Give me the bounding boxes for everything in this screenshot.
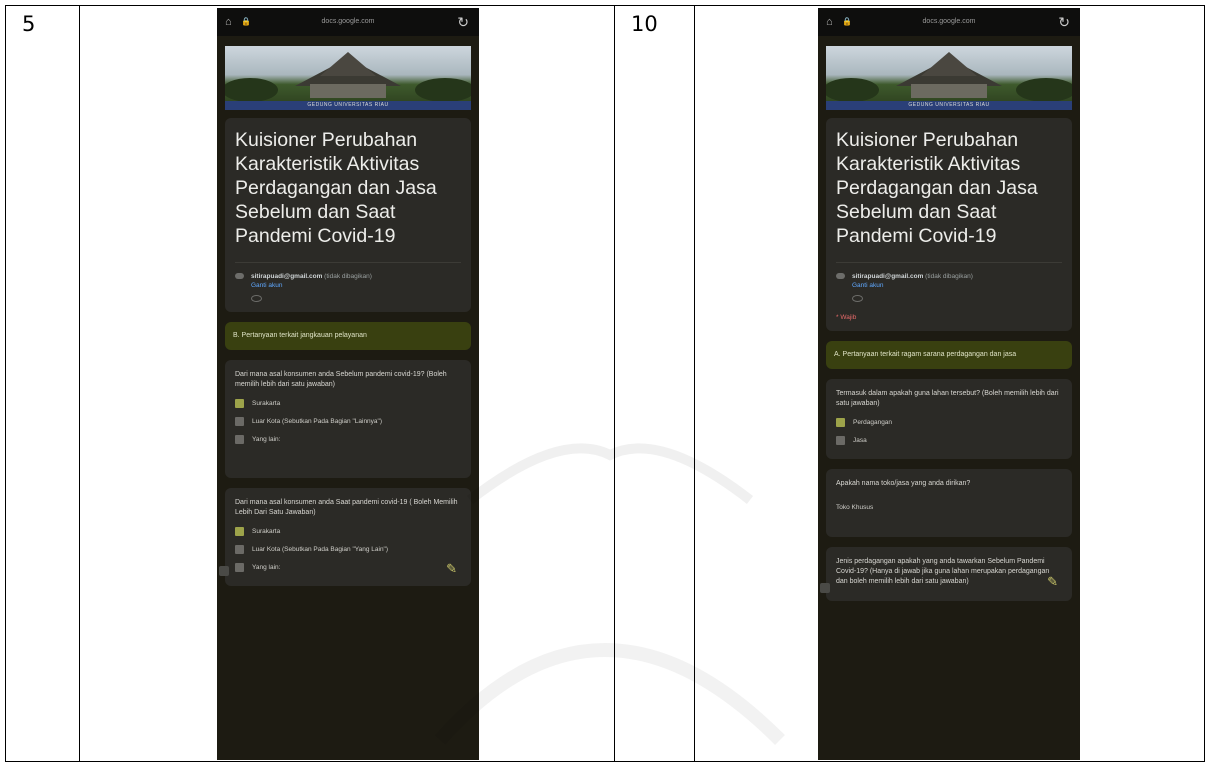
checkbox-icon[interactable] (235, 563, 244, 572)
checkbox-icon[interactable] (235, 399, 244, 408)
visibility-icon (251, 295, 262, 302)
phone-screenshot: ⌂ 🔒 docs.google.com ↻ GEDUNG UNIVERSITAS… (217, 8, 479, 760)
header-banner-image: GEDUNG UNIVERSITAS RIAU (826, 46, 1072, 110)
edit-pencil-icon[interactable]: ✎ (1047, 575, 1058, 588)
row-number: 10 (631, 12, 658, 36)
checkbox-option[interactable]: Yang lain: (235, 435, 461, 444)
option-label: Surakarta (252, 528, 281, 535)
url-text[interactable]: docs.google.com (818, 18, 1080, 25)
question-text: Termasuk dalam apakah guna lahan tersebu… (836, 390, 1059, 407)
account-info: sitirapuadi@gmail.com (tidak dibagikan) … (235, 262, 461, 302)
checkbox-option[interactable]: Perdagangan (836, 418, 1062, 427)
form-header-card: Kuisioner Perubahan Karakteristik Aktivi… (826, 118, 1072, 331)
account-suffix: (tidak dibagikan) (324, 273, 372, 280)
row-number-cell: 10 (614, 5, 695, 762)
option-label: Luar Kota (Sebutkan Pada Bagian "Yang La… (252, 546, 389, 553)
banner-caption: GEDUNG UNIVERSITAS RIAU (826, 101, 1072, 110)
checkbox-option[interactable]: Surakarta (235, 399, 461, 408)
cloud-icon (836, 273, 845, 279)
option-label: Perdagangan (853, 419, 893, 426)
checkbox-option[interactable]: Luar Kota (Sebutkan Pada Bagian "Lainnya… (235, 417, 461, 426)
required-note: * Wajib (836, 314, 857, 321)
reload-icon[interactable]: ↻ (1058, 14, 1070, 31)
question-text: Dari mana asal konsumen anda Sebelum pan… (235, 371, 447, 388)
form-title: Kuisioner Perubahan Karakteristik Aktivi… (836, 129, 1038, 247)
checkbox-icon[interactable] (235, 527, 244, 536)
question-card: Apakah nama toko/jasa yang anda dirikan?… (826, 469, 1072, 537)
question-text: Jenis perdagangan apakah yang anda tawar… (836, 558, 1050, 585)
url-text[interactable]: docs.google.com (217, 18, 479, 25)
option-label: Surakarta (252, 400, 281, 407)
screenshot-cell: ⌂ 🔒 docs.google.com ↻ GEDUNG UNIVERSITAS… (694, 5, 1205, 762)
edit-pencil-icon[interactable]: ✎ (446, 562, 457, 575)
checkbox-option[interactable]: Jasa (836, 436, 1062, 445)
section-header: A. Pertanyaan terkait ragam sarana perda… (826, 341, 1072, 369)
checkbox-option[interactable]: Luar Kota (Sebutkan Pada Bagian "Yang La… (235, 545, 461, 554)
reload-icon[interactable]: ↻ (457, 14, 469, 31)
row-number-cell: 5 (5, 5, 80, 762)
screenshot-cell: ⌂ 🔒 docs.google.com ↻ GEDUNG UNIVERSITAS… (79, 5, 615, 762)
header-banner-image: GEDUNG UNIVERSITAS RIAU (225, 46, 471, 110)
checkbox-option[interactable]: Yang lain: (235, 563, 461, 572)
switch-account-link[interactable]: Ganti akun (852, 282, 1062, 289)
account-email: sitirapuadi@gmail.com (251, 273, 323, 280)
banner-caption: GEDUNG UNIVERSITAS RIAU (225, 101, 471, 110)
account-email: sitirapuadi@gmail.com (852, 273, 924, 280)
section-header: B. Pertanyaan terkait jangkauan pelayana… (225, 322, 471, 350)
option-label: Yang lain: (252, 436, 281, 443)
option-label: Luar Kota (Sebutkan Pada Bagian "Lainnya… (252, 418, 383, 425)
question-text: Dari mana asal konsumen anda Saat pandem… (235, 499, 458, 516)
question-card: Dari mana asal konsumen anda Sebelum pan… (225, 360, 471, 478)
feedback-icon[interactable] (820, 583, 830, 593)
question-card: Dari mana asal konsumen anda Saat pandem… (219, 488, 471, 586)
form-header-card: Kuisioner Perubahan Karakteristik Aktivi… (225, 118, 471, 312)
checkbox-icon[interactable] (836, 418, 845, 427)
screenshot-table: 5 ⌂ 🔒 docs.google.com ↻ GEDUNG UNIVERSIT… (5, 5, 1205, 762)
checkbox-option[interactable]: Surakarta (235, 527, 461, 536)
form-title: Kuisioner Perubahan Karakteristik Aktivi… (235, 129, 437, 247)
answer-text[interactable]: Toko Khusus (836, 503, 1062, 513)
row-number: 5 (22, 12, 36, 36)
checkbox-icon[interactable] (836, 436, 845, 445)
checkbox-icon[interactable] (235, 435, 244, 444)
question-text: Apakah nama toko/jasa yang anda dirikan? (836, 480, 971, 487)
cloud-icon (235, 273, 244, 279)
phone-screenshot: ⌂ 🔒 docs.google.com ↻ GEDUNG UNIVERSITAS… (818, 8, 1080, 760)
feedback-icon[interactable] (219, 566, 229, 576)
browser-bar: ⌂ 🔒 docs.google.com ↻ (217, 8, 479, 36)
question-card: Termasuk dalam apakah guna lahan tersebu… (826, 379, 1072, 459)
account-suffix: (tidak dibagikan) (925, 273, 973, 280)
question-card: Jenis perdagangan apakah yang anda tawar… (820, 547, 1072, 601)
browser-bar: ⌂ 🔒 docs.google.com ↻ (818, 8, 1080, 36)
checkbox-icon[interactable] (235, 417, 244, 426)
option-label: Yang lain: (252, 564, 281, 571)
checkbox-icon[interactable] (235, 545, 244, 554)
switch-account-link[interactable]: Ganti akun (251, 282, 461, 289)
visibility-icon (852, 295, 863, 302)
account-info: sitirapuadi@gmail.com (tidak dibagikan) … (836, 262, 1062, 302)
option-label: Jasa (853, 437, 867, 444)
table-row: 5 ⌂ 🔒 docs.google.com ↻ GEDUNG UNIVERSIT… (5, 5, 1205, 762)
